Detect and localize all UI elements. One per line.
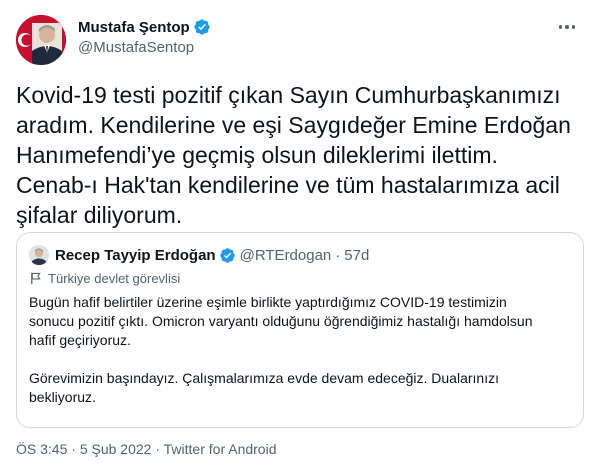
quoted-author-name[interactable]: Recep Tayyip Erdoğan xyxy=(55,247,216,264)
more-horizontal-icon xyxy=(558,25,563,29)
tweet-card: Mustafa Şentop @MustafaSentop Kovid-19 t… xyxy=(0,0,592,463)
tweet-text: Kovid-19 testi pozitif çıkan Sayın Cumhu… xyxy=(16,82,571,228)
author-name[interactable]: Mustafa Şentop xyxy=(78,19,190,36)
quoted-author-handle[interactable]: @RTErdogan xyxy=(240,247,332,264)
government-label: Türkiye devlet görevlisi xyxy=(29,271,180,286)
quoted-author-avatar[interactable] xyxy=(29,245,49,265)
quoted-tweet-text: Bugün hafif belirtiler üzerine eşimle bi… xyxy=(29,294,533,405)
more-horizontal-icon xyxy=(565,25,569,29)
quoted-timestamp[interactable]: 57d xyxy=(344,247,369,264)
verified-badge-icon xyxy=(219,247,235,263)
tweet-metadata: ÖS 3:45 · 5 Şub 2022 · Twitter for Andro… xyxy=(16,441,276,457)
tweet-source[interactable]: Twitter for Android xyxy=(164,441,277,457)
more-options-button[interactable] xyxy=(556,20,578,34)
tweet-time[interactable]: ÖS 3:45 xyxy=(16,441,67,457)
quoted-separator: · xyxy=(335,246,341,264)
meta-separator: · xyxy=(67,441,80,457)
quoted-tweet-header: Recep Tayyip Erdoğan @RTErdogan · 57d xyxy=(29,245,369,265)
more-horizontal-icon xyxy=(571,25,576,29)
tweet-date[interactable]: 5 Şub 2022 xyxy=(80,441,152,457)
author-block: Mustafa Şentop @MustafaSentop xyxy=(78,17,211,56)
quoted-tweet[interactable]: Recep Tayyip Erdoğan @RTErdogan · 57d Tü… xyxy=(16,232,584,428)
meta-separator: · xyxy=(151,441,164,457)
flag-icon xyxy=(31,272,41,285)
government-label-text: Türkiye devlet görevlisi xyxy=(48,271,181,286)
author-handle[interactable]: @MustafaSentop xyxy=(78,39,211,56)
verified-badge-icon xyxy=(194,19,210,35)
author-avatar[interactable] xyxy=(16,15,66,65)
